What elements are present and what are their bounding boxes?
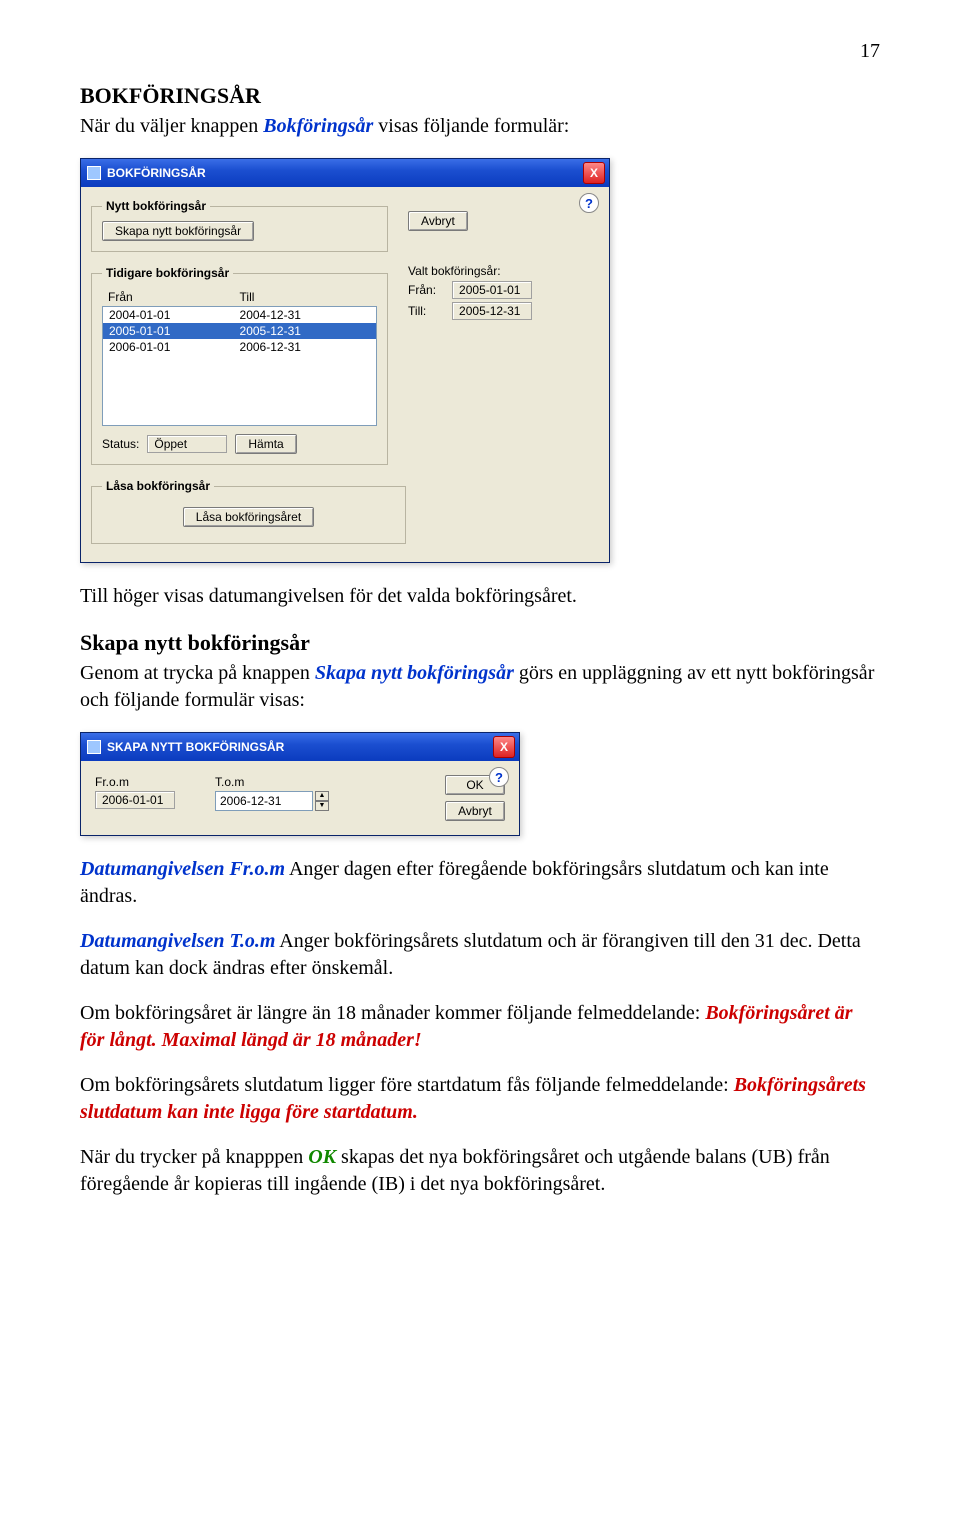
cell-to: 2004-12-31 <box>240 308 371 322</box>
group-new-year: Nytt bokföringsår Skapa nytt bokföringså… <box>91 199 388 252</box>
intro-button-ref: Bokföringsår <box>263 115 373 137</box>
dialog-title: BOKFÖRINGSÅR <box>107 166 206 180</box>
para-error1: Om bokföringsåret är längre än 18 månade… <box>80 1000 880 1054</box>
group-previous-years: Tidigare bokföringsår Från Till 2004-01-… <box>91 266 388 465</box>
app-icon <box>87 166 101 180</box>
group-prev-legend: Tidigare bokföringsår <box>102 266 233 280</box>
cancel-button[interactable]: Avbryt <box>408 211 468 231</box>
help-icon[interactable]: ? <box>579 193 599 213</box>
lock-year-button[interactable]: Låsa bokföringsåret <box>183 507 314 527</box>
intro-pre: När du väljer knappen <box>80 115 263 137</box>
p7-pre: När du trycker på knapppen <box>80 1146 308 1168</box>
bokforingsar-dialog: BOKFÖRINGSÅR X ? Nytt bokföringsår Skapa… <box>80 158 610 563</box>
p2-btn-ref: Skapa nytt bokföringsår <box>315 662 514 684</box>
list-item[interactable]: 2006-01-01 2006-12-31 <box>103 339 376 355</box>
para-ok: När du trycker på knapppen OK skapas det… <box>80 1144 880 1198</box>
spin-up-icon[interactable]: ▲ <box>315 791 329 801</box>
col-to: Till <box>240 290 372 304</box>
close-icon[interactable]: X <box>583 162 605 184</box>
from-field-value: 2006-01-01 <box>95 791 175 809</box>
label-tom: Datumangivelsen T.o.m <box>80 930 275 952</box>
para-after-dialog1: Till höger visas datumangivelsen för det… <box>80 583 880 610</box>
skapa-nytt-dialog: SKAPA NYTT BOKFÖRINGSÅR X ? Fr.o.m 2006-… <box>80 732 520 836</box>
intro-post: visas följande formulär: <box>378 115 569 137</box>
years-listbox[interactable]: 2004-01-01 2004-12-31 2005-01-01 2005-12… <box>102 306 377 426</box>
selected-year-header: Valt bokföringsår: <box>408 264 599 278</box>
cell-from: 2005-01-01 <box>109 324 240 338</box>
p6-pre: Om bokföringsårets slutdatum ligger före… <box>80 1074 734 1096</box>
intro-paragraph: När du väljer knappen Bokföringsår visas… <box>80 113 880 140</box>
from-value: 2005-01-01 <box>452 281 532 299</box>
page-number: 17 <box>80 40 880 63</box>
cancel-button[interactable]: Avbryt <box>445 801 505 821</box>
list-item[interactable]: 2005-01-01 2005-12-31 <box>103 323 376 339</box>
cell-to: 2005-12-31 <box>240 324 371 338</box>
to-date-input[interactable]: 2006-12-31 <box>215 791 313 811</box>
status-value: Öppet <box>147 435 227 453</box>
fetch-button[interactable]: Hämta <box>235 434 296 454</box>
to-field-label: T.o.m <box>215 775 329 789</box>
list-headers: Från Till <box>102 288 377 306</box>
cell-from: 2006-01-01 <box>109 340 240 354</box>
to-label: Till: <box>408 304 446 318</box>
titlebar: SKAPA NYTT BOKFÖRINGSÅR X <box>81 733 519 761</box>
p2-pre: Genom at trycka på knappen <box>80 662 315 684</box>
dialog-title: SKAPA NYTT BOKFÖRINGSÅR <box>107 740 284 754</box>
spin-down-icon[interactable]: ▼ <box>315 801 329 811</box>
cell-to: 2006-12-31 <box>240 340 371 354</box>
close-icon[interactable]: X <box>493 736 515 758</box>
group-lock-year: Låsa bokföringsår Låsa bokföringsåret <box>91 479 406 544</box>
from-field-label: Fr.o.m <box>95 775 175 789</box>
from-label: Från: <box>408 283 446 297</box>
p5-pre: Om bokföringsåret är längre än 18 månade… <box>80 1002 705 1024</box>
group-lock-legend: Låsa bokföringsår <box>102 479 214 493</box>
to-value: 2005-12-31 <box>452 302 532 320</box>
para-tom: Datumangivelsen T.o.m Anger bokföringsår… <box>80 928 880 982</box>
help-icon[interactable]: ? <box>489 767 509 787</box>
list-item[interactable]: 2004-01-01 2004-12-31 <box>103 307 376 323</box>
heading-bokforingsar: BOKFÖRINGSÅR <box>80 83 880 109</box>
label-from: Datumangivelsen Fr.o.m <box>80 858 285 880</box>
cell-from: 2004-01-01 <box>109 308 240 322</box>
app-icon <box>87 740 101 754</box>
para-error2: Om bokföringsårets slutdatum ligger före… <box>80 1072 880 1126</box>
para-before-dialog2: Genom at trycka på knappen Skapa nytt bo… <box>80 660 880 714</box>
col-from: Från <box>108 290 240 304</box>
group-new-legend: Nytt bokföringsår <box>102 199 210 213</box>
status-label: Status: <box>102 437 139 451</box>
ok-ref: OK <box>308 1146 336 1168</box>
heading-skapa-nytt: Skapa nytt bokföringsår <box>80 630 880 656</box>
titlebar: BOKFÖRINGSÅR X <box>81 159 609 187</box>
para-from: Datumangivelsen Fr.o.m Anger dagen efter… <box>80 856 880 910</box>
create-new-year-button[interactable]: Skapa nytt bokföringsår <box>102 221 254 241</box>
